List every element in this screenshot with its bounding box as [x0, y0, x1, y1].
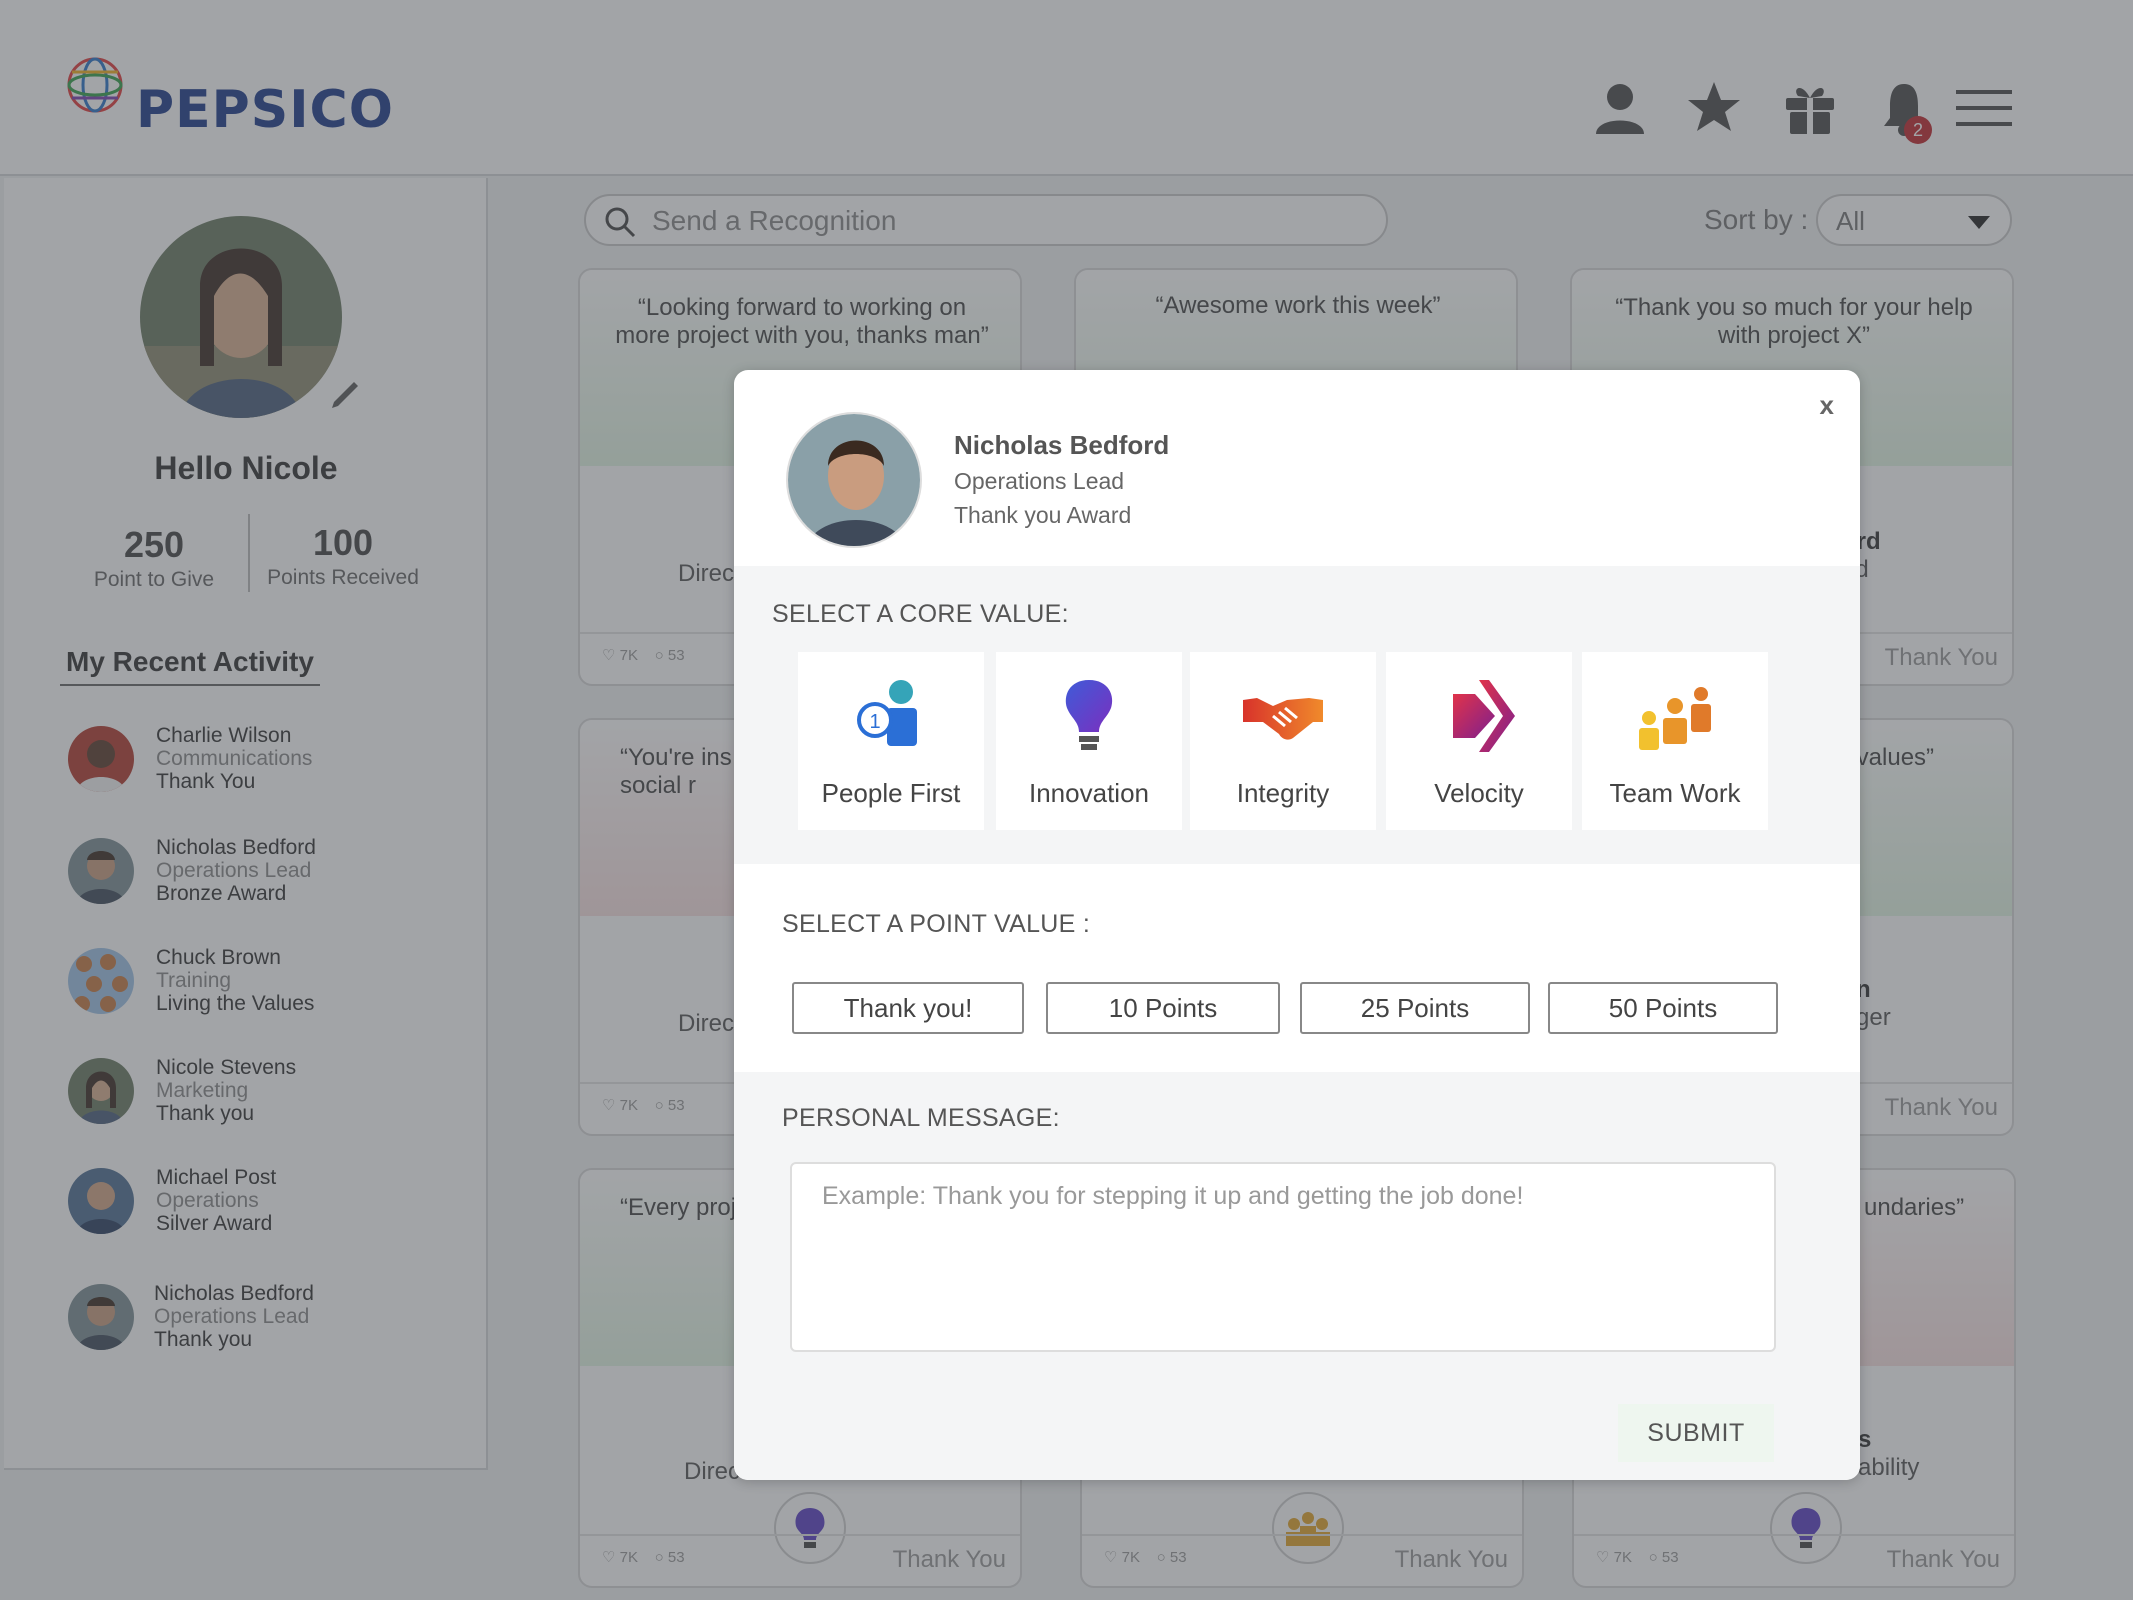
core-value-people-first[interactable]: 1 People First: [798, 652, 984, 830]
handshake-icon: [1243, 698, 1323, 740]
point-thank-you-button[interactable]: Thank you!: [792, 982, 1024, 1034]
recipient-name: Nicholas Bedford: [954, 430, 1170, 460]
point-10-button[interactable]: 10 Points: [1046, 982, 1280, 1034]
personal-message-input[interactable]: [790, 1162, 1776, 1352]
core-value-label: Integrity: [1236, 778, 1330, 808]
message-title: PERSONAL MESSAGE:: [782, 1104, 1060, 1132]
point-25-button[interactable]: 25 Points: [1300, 982, 1530, 1034]
core-value-label: Team Work: [1609, 778, 1741, 808]
core-value-innovation[interactable]: Innovation: [996, 652, 1182, 830]
core-value-velocity[interactable]: Velocity: [1386, 652, 1572, 830]
recipient-avatar: [786, 412, 922, 548]
team-icon: [1639, 687, 1711, 750]
core-value-title: SELECT A CORE VALUE:: [772, 600, 1069, 628]
core-value-label: Velocity: [1434, 778, 1524, 808]
arrow-forward-icon: [1453, 680, 1515, 752]
recipient-role: Operations Lead: [954, 468, 1125, 494]
svg-text:1: 1: [869, 711, 880, 733]
close-button[interactable]: x: [1820, 390, 1834, 421]
core-value-label: People First: [821, 778, 961, 808]
recipient-award: Thank you Award: [954, 502, 1132, 528]
submit-button[interactable]: SUBMIT: [1618, 1404, 1774, 1462]
point-50-button[interactable]: 50 Points: [1548, 982, 1778, 1034]
point-value-title: SELECT A POINT VALUE :: [782, 910, 1091, 938]
people-first-icon: 1: [857, 680, 917, 746]
core-value-team-work[interactable]: Team Work: [1582, 652, 1768, 830]
recognition-modal: x Nicholas Bedford Operations Lead Thank…: [734, 370, 1860, 1480]
core-value-label: Innovation: [1029, 778, 1149, 808]
lightbulb-icon: [1065, 680, 1113, 750]
core-value-integrity[interactable]: Integrity: [1190, 652, 1376, 830]
